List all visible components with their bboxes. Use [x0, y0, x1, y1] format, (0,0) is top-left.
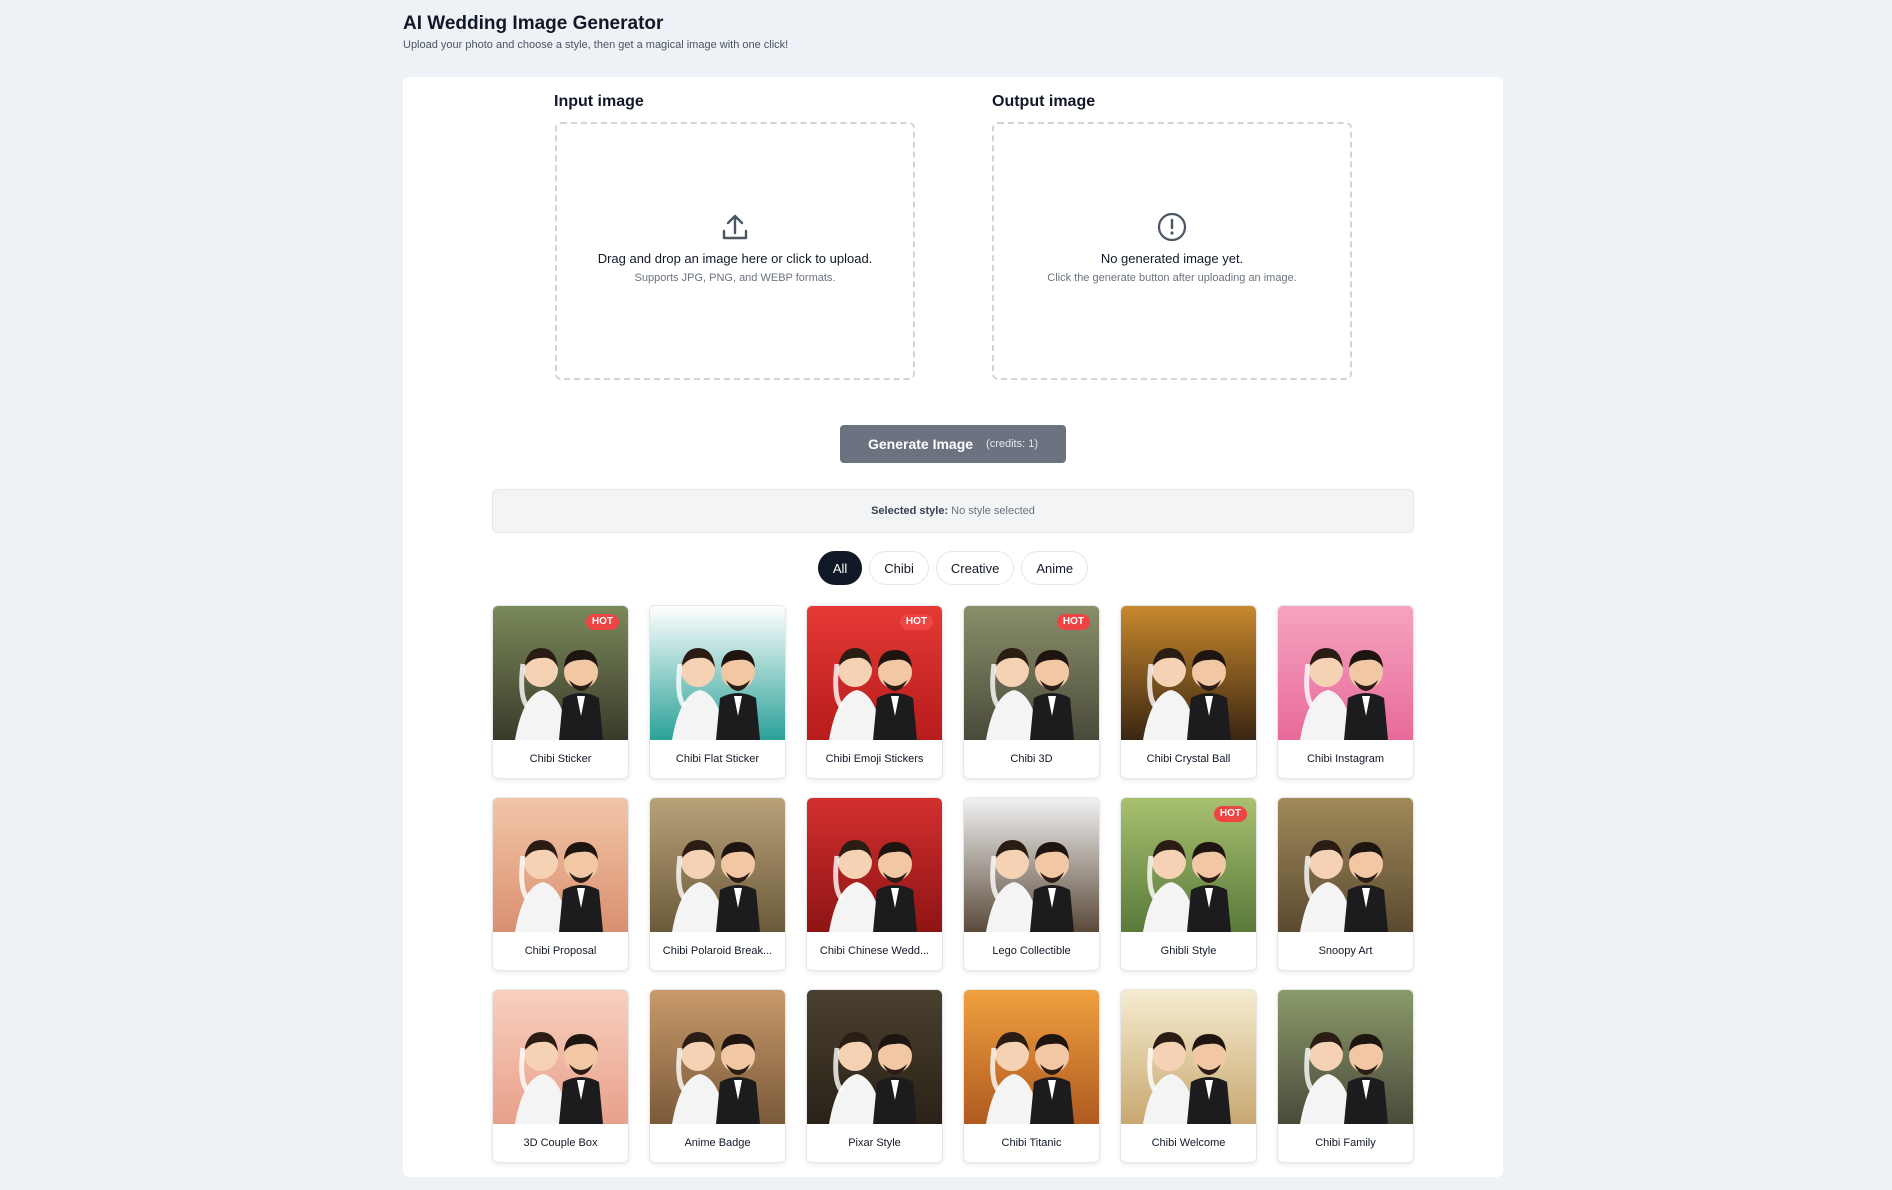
style-card[interactable]: HOT Ghibli Style	[1120, 797, 1257, 971]
output-preview: No generated image yet. Click the genera…	[992, 122, 1352, 380]
style-thumbnail	[1278, 798, 1413, 932]
couple-illustration	[829, 840, 917, 932]
style-thumbnail	[650, 606, 785, 740]
style-card[interactable]: Chibi Polaroid Break...	[649, 797, 786, 971]
style-thumbnail	[650, 990, 785, 1124]
couple-illustration	[986, 840, 1074, 932]
selected-style-label: Selected style:	[871, 505, 949, 517]
generate-button-credits: (credits: 1)	[986, 438, 1039, 450]
style-card-label: 3D Couple Box	[523, 1137, 598, 1149]
style-thumbnail	[1278, 990, 1413, 1124]
upload-icon	[722, 214, 748, 239]
page-subtitle: Upload your photo and choose a style, th…	[403, 39, 789, 51]
style-card[interactable]: Chibi Crystal Ball	[1120, 605, 1257, 779]
style-thumbnail	[493, 798, 628, 932]
style-card-label: Chibi Titanic	[1001, 1137, 1062, 1149]
style-thumbnail	[650, 798, 785, 932]
style-card-label: Chibi Chinese Wedd...	[819, 945, 930, 957]
output-sub-text: Click the generate button after uploadin…	[1047, 271, 1297, 284]
filter-chip-all[interactable]: All	[817, 551, 863, 585]
selected-style-bar: Selected style: No style selected	[492, 489, 1414, 533]
output-image-label: Output image	[992, 93, 1096, 110]
couple-illustration	[1300, 840, 1388, 932]
style-thumbnail	[964, 798, 1099, 932]
selected-style-value: No style selected	[951, 505, 1035, 517]
style-card-label: Snoopy Art	[1318, 945, 1373, 957]
style-card[interactable]: Chibi Titanic	[963, 989, 1100, 1163]
couple-illustration	[672, 840, 760, 932]
style-card-label: Lego Collectible	[992, 945, 1071, 957]
style-card-label: Chibi Proposal	[524, 945, 597, 957]
style-thumbnail: HOT	[1121, 798, 1256, 932]
style-card-label: Chibi Sticker	[529, 753, 592, 765]
style-card-label: Chibi Emoji Stickers	[825, 753, 924, 765]
input-image-label: Input image	[554, 93, 644, 110]
filter-chip-creative[interactable]: Creative	[935, 551, 1015, 585]
page-header: AI Wedding Image Generator Upload your p…	[403, 12, 788, 51]
style-card[interactable]: 3D Couple Box	[492, 989, 629, 1163]
style-card[interactable]: HOT Chibi Emoji Stickers	[806, 605, 943, 779]
couple-illustration	[986, 1032, 1074, 1124]
style-card[interactable]: Chibi Instagram	[1277, 605, 1414, 779]
style-card-label: Chibi Flat Sticker	[675, 753, 760, 765]
style-card-label: Chibi Polaroid Break...	[662, 945, 773, 957]
input-main-text: Drag and drop an image here or click to …	[597, 250, 873, 266]
generate-image-button[interactable]: Generate Image (credits: 1)	[840, 425, 1066, 463]
couple-illustration	[672, 1032, 760, 1124]
style-thumbnail: HOT	[964, 606, 1099, 740]
style-card-label: Chibi 3D	[1010, 753, 1053, 765]
style-card-label: Anime Badge	[684, 1137, 751, 1149]
couple-illustration	[829, 1032, 917, 1124]
style-card-label: Chibi Family	[1315, 1137, 1376, 1149]
style-thumbnail	[493, 990, 628, 1124]
style-card-label: Chibi Crystal Ball	[1146, 753, 1231, 765]
filter-chip-chibi[interactable]: Chibi	[869, 551, 929, 585]
style-thumbnail	[1278, 606, 1413, 740]
hot-badge: HOT	[585, 614, 619, 630]
style-thumbnail	[807, 798, 942, 932]
style-thumbnail	[1121, 606, 1256, 740]
main-card: Input image Drag and drop an image here …	[403, 77, 1503, 1177]
style-card[interactable]: Pixar Style	[806, 989, 943, 1163]
style-card[interactable]: Anime Badge	[649, 989, 786, 1163]
page-title: AI Wedding Image Generator	[403, 13, 664, 34]
couple-illustration	[515, 1032, 603, 1124]
alert-circle-icon	[1157, 212, 1187, 241]
couple-illustration	[1143, 648, 1231, 740]
couple-illustration	[1300, 1032, 1388, 1124]
style-card[interactable]: Lego Collectible	[963, 797, 1100, 971]
style-grid: HOT Chibi Sticker Chibi Flat Sticker HOT Chi…	[492, 605, 1414, 1163]
style-card[interactable]: Snoopy Art	[1277, 797, 1414, 971]
couple-illustration	[1300, 648, 1388, 740]
style-thumbnail	[1121, 990, 1256, 1124]
style-card[interactable]: Chibi Chinese Wedd...	[806, 797, 943, 971]
style-thumbnail: HOT	[493, 606, 628, 740]
couple-illustration	[672, 648, 760, 740]
style-card[interactable]: Chibi Proposal	[492, 797, 629, 971]
couple-illustration	[515, 840, 603, 932]
output-main-text: No generated image yet.	[1100, 250, 1244, 266]
generate-button-label: Generate Image	[867, 436, 974, 452]
input-dropzone[interactable]: Drag and drop an image here or click to …	[555, 122, 915, 380]
input-sub-text: Supports JPG, PNG, and WEBP formats.	[634, 271, 836, 284]
style-card[interactable]: Chibi Welcome	[1120, 989, 1257, 1163]
category-filters: All Chibi Creative Anime	[403, 551, 1503, 585]
style-card[interactable]: Chibi Flat Sticker	[649, 605, 786, 779]
style-card-label: Pixar Style	[848, 1137, 901, 1149]
style-thumbnail	[964, 990, 1099, 1124]
style-thumbnail: HOT	[807, 606, 942, 740]
style-card[interactable]: HOT Chibi Sticker	[492, 605, 629, 779]
style-card-label: Ghibli Style	[1160, 945, 1217, 957]
hot-badge: HOT	[899, 614, 933, 630]
style-card-label: Chibi Welcome	[1151, 1137, 1226, 1149]
hot-badge: HOT	[1056, 614, 1090, 630]
style-thumbnail	[807, 990, 942, 1124]
style-card[interactable]: HOT Chibi 3D	[963, 605, 1100, 779]
couple-illustration	[1143, 1032, 1231, 1124]
filter-chip-anime[interactable]: Anime	[1021, 551, 1089, 585]
style-card[interactable]: Chibi Family	[1277, 989, 1414, 1163]
hot-badge: HOT	[1213, 806, 1247, 822]
style-card-label: Chibi Instagram	[1306, 753, 1385, 765]
